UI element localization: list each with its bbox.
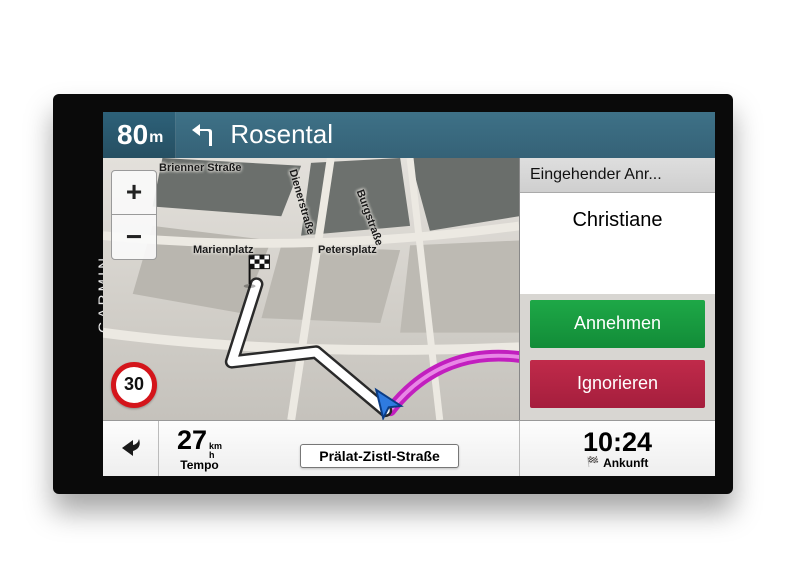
distance-value: 80	[117, 112, 148, 158]
back-arrow-icon	[117, 434, 145, 462]
nav-topbar[interactable]: 80 m Rosental	[103, 112, 715, 158]
content-area: Brienner Straße Dienerstraße Burgstraße …	[103, 158, 715, 420]
screen: 80 m Rosental	[103, 112, 715, 476]
gps-device-frame: GARMIN 80 m Rosental	[53, 94, 733, 494]
distance-unit: m	[149, 129, 163, 147]
speed-limit-value: 30	[124, 374, 144, 395]
map-view[interactable]: Brienner Straße Dienerstraße Burgstraße …	[103, 158, 519, 420]
speed-display[interactable]: 27 km h Tempo	[159, 421, 240, 476]
bottom-bar: 27 km h Tempo Prälat-Zistl-Straße 10:24 …	[103, 420, 715, 476]
street-label: Petersplatz	[318, 244, 377, 256]
street-label: Marienplatz	[193, 244, 254, 256]
arrival-display[interactable]: 10:24 🏁 Ankunft	[519, 421, 715, 476]
zoom-in-button[interactable]: +	[112, 171, 156, 215]
speed-value: 27	[177, 425, 207, 456]
caller-name: Christiane	[520, 193, 715, 294]
turn-left-icon	[190, 120, 220, 150]
speed-label: Tempo	[180, 458, 218, 472]
zoom-control: + −	[111, 170, 157, 260]
back-button[interactable]	[103, 421, 159, 476]
zoom-out-button[interactable]: −	[112, 215, 156, 259]
incoming-call-panel: Eingehender Anr... Christiane Annehmen I…	[519, 158, 715, 420]
accept-call-button[interactable]: Annehmen	[530, 300, 705, 348]
arrival-time: 10:24	[583, 427, 652, 458]
speed-limit-sign: 30	[111, 362, 157, 408]
checkered-flag-icon: 🏁	[587, 457, 599, 468]
current-street-area: Prälat-Zistl-Straße	[240, 421, 519, 476]
call-header: Eingehender Anr...	[520, 158, 715, 193]
distance-to-turn[interactable]: 80 m	[103, 112, 176, 158]
street-label: Brienner Straße	[159, 162, 242, 174]
map-canvas	[103, 158, 519, 420]
arrival-label: 🏁 Ankunft	[587, 456, 649, 470]
next-street: Rosental	[230, 119, 333, 150]
ignore-call-button[interactable]: Ignorieren	[530, 360, 705, 408]
current-street[interactable]: Prälat-Zistl-Straße	[300, 444, 459, 468]
